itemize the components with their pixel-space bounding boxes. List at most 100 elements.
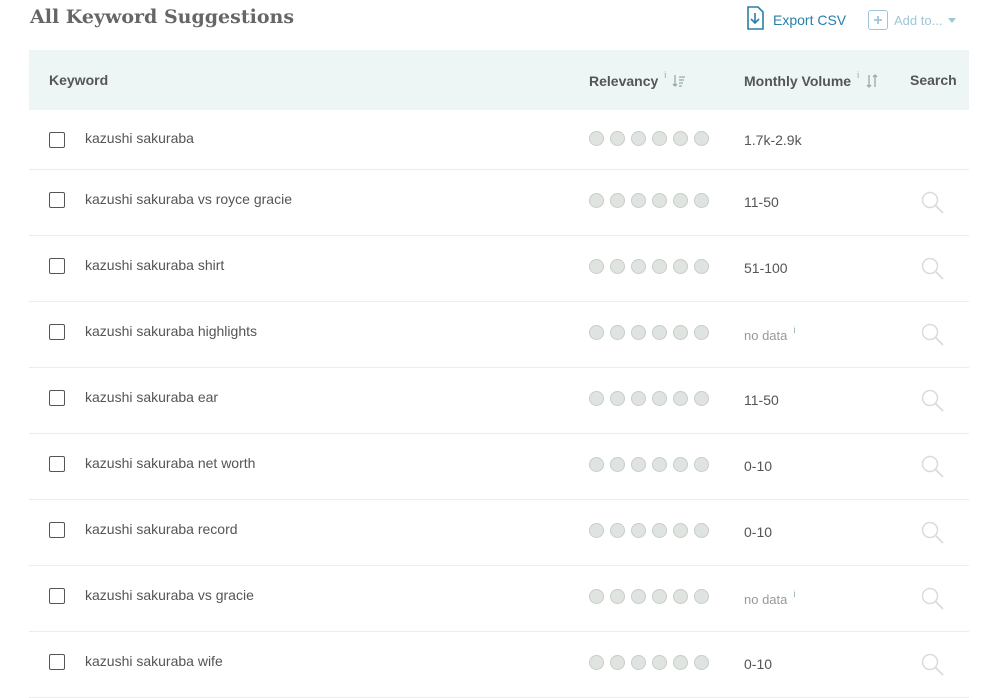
keyword-text: kazushi sakuraba net worth — [85, 455, 256, 471]
row-checkbox[interactable] — [49, 456, 65, 472]
relevancy-dots — [589, 589, 715, 604]
relevancy-dot — [589, 259, 604, 274]
relevancy-dot — [652, 259, 667, 274]
relevancy-dot — [589, 131, 604, 146]
export-csv-button[interactable]: Export CSV — [745, 5, 847, 33]
relevancy-dot — [673, 131, 688, 146]
export-csv-label: Export CSV — [773, 12, 847, 28]
magnifier-icon[interactable] — [920, 454, 944, 483]
monthly-volume: 51-100 — [744, 260, 788, 276]
volume-value: 0-10 — [744, 524, 773, 540]
relevancy-dots — [589, 523, 715, 538]
relevancy-dots — [589, 655, 715, 670]
row-checkbox[interactable] — [49, 522, 65, 538]
relevancy-dot — [631, 131, 646, 146]
relevancy-dot — [694, 325, 709, 340]
keyword-text: kazushi sakuraba — [85, 130, 194, 146]
relevancy-dot — [589, 325, 604, 340]
table-row: kazushi sakuraba ear 11-50 — [29, 368, 969, 434]
sort-icon[interactable] — [865, 74, 879, 88]
monthly-volume: no data i — [744, 589, 795, 607]
relevancy-dot — [652, 655, 667, 670]
relevancy-dots — [589, 131, 715, 146]
relevancy-dot — [652, 193, 667, 208]
relevancy-label: Relevancy — [589, 73, 659, 89]
relevancy-dot — [631, 457, 646, 472]
relevancy-dot — [673, 523, 688, 538]
relevancy-dot — [589, 391, 604, 406]
row-checkbox[interactable] — [49, 654, 65, 670]
monthly-volume: 0-10 — [744, 458, 772, 474]
row-checkbox[interactable] — [49, 192, 65, 208]
plus-box-icon — [868, 10, 888, 30]
relevancy-dot — [610, 523, 625, 538]
keyword-text: kazushi sakuraba wife — [85, 653, 223, 669]
relevancy-dot — [652, 391, 667, 406]
relevancy-dot — [631, 655, 646, 670]
row-checkbox[interactable] — [49, 324, 65, 340]
relevancy-dot — [610, 259, 625, 274]
relevancy-dot — [673, 457, 688, 472]
relevancy-dot — [610, 589, 625, 604]
volume-value: 1.7k-2.9k — [744, 132, 802, 148]
relevancy-dot — [589, 655, 604, 670]
relevancy-dot — [694, 259, 709, 274]
relevancy-dot — [631, 391, 646, 406]
keyword-text: kazushi sakuraba highlights — [85, 323, 257, 339]
keyword-text: kazushi sakuraba ear — [85, 389, 219, 405]
relevancy-dot — [610, 655, 625, 670]
relevancy-dot — [610, 193, 625, 208]
sort-desc-icon[interactable] — [672, 74, 686, 88]
relevancy-dot — [631, 589, 646, 604]
relevancy-dot — [610, 391, 625, 406]
relevancy-dot — [673, 655, 688, 670]
relevancy-dot — [589, 193, 604, 208]
volume-value: 0-10 — [744, 656, 773, 672]
keyword-text: kazushi sakuraba record — [85, 521, 238, 537]
relevancy-dot — [673, 325, 688, 340]
relevancy-dot — [673, 391, 688, 406]
table-row: kazushi sakuraba wife 0-10 — [29, 632, 969, 698]
relevancy-dot — [694, 523, 709, 538]
info-icon[interactable]: i — [793, 589, 795, 599]
relevancy-dot — [652, 325, 667, 340]
relevancy-dots — [589, 193, 715, 208]
relevancy-dot — [610, 457, 625, 472]
column-header-keyword: Keyword — [49, 72, 109, 88]
relevancy-dot — [589, 589, 604, 604]
magnifier-icon[interactable] — [920, 322, 944, 351]
table-row: kazushi sakuraba vs royce gracie 11-50 — [29, 170, 969, 236]
table-row: kazushi sakuraba 1.7k-2.9k — [29, 110, 969, 170]
relevancy-dots — [589, 391, 715, 406]
magnifier-icon[interactable] — [920, 586, 944, 615]
row-checkbox[interactable] — [49, 132, 65, 148]
info-icon[interactable]: i — [793, 325, 795, 335]
info-icon[interactable]: i — [664, 70, 666, 80]
row-checkbox[interactable] — [49, 258, 65, 274]
add-to-dropdown[interactable]: Add to... — [868, 7, 957, 33]
column-header-relevancy[interactable]: Relevancy i — [589, 70, 686, 89]
relevancy-dot — [673, 589, 688, 604]
relevancy-dot — [589, 523, 604, 538]
volume-value: 11-50 — [744, 194, 779, 210]
add-to-label: Add to... — [894, 12, 943, 28]
info-icon[interactable]: i — [857, 70, 859, 80]
relevancy-dot — [694, 193, 709, 208]
row-checkbox[interactable] — [49, 390, 65, 406]
relevancy-dots — [589, 259, 715, 274]
table-row: kazushi sakuraba shirt 51-100 — [29, 236, 969, 302]
magnifier-icon[interactable] — [920, 256, 944, 285]
magnifier-icon[interactable] — [920, 520, 944, 549]
row-checkbox[interactable] — [49, 588, 65, 604]
volume-value: 0-10 — [744, 458, 773, 474]
volume-label: Monthly Volume — [744, 73, 852, 89]
relevancy-dot — [631, 193, 646, 208]
magnifier-icon[interactable] — [920, 190, 944, 219]
relevancy-dot — [694, 655, 709, 670]
monthly-volume: 0-10 — [744, 656, 772, 672]
magnifier-icon[interactable] — [920, 652, 944, 681]
magnifier-icon[interactable] — [920, 388, 944, 417]
chevron-down-icon — [948, 17, 957, 23]
table-body: kazushi sakuraba 1.7k-2.9k kazushi sakur… — [29, 110, 969, 698]
column-header-volume[interactable]: Monthly Volume i — [744, 70, 879, 89]
